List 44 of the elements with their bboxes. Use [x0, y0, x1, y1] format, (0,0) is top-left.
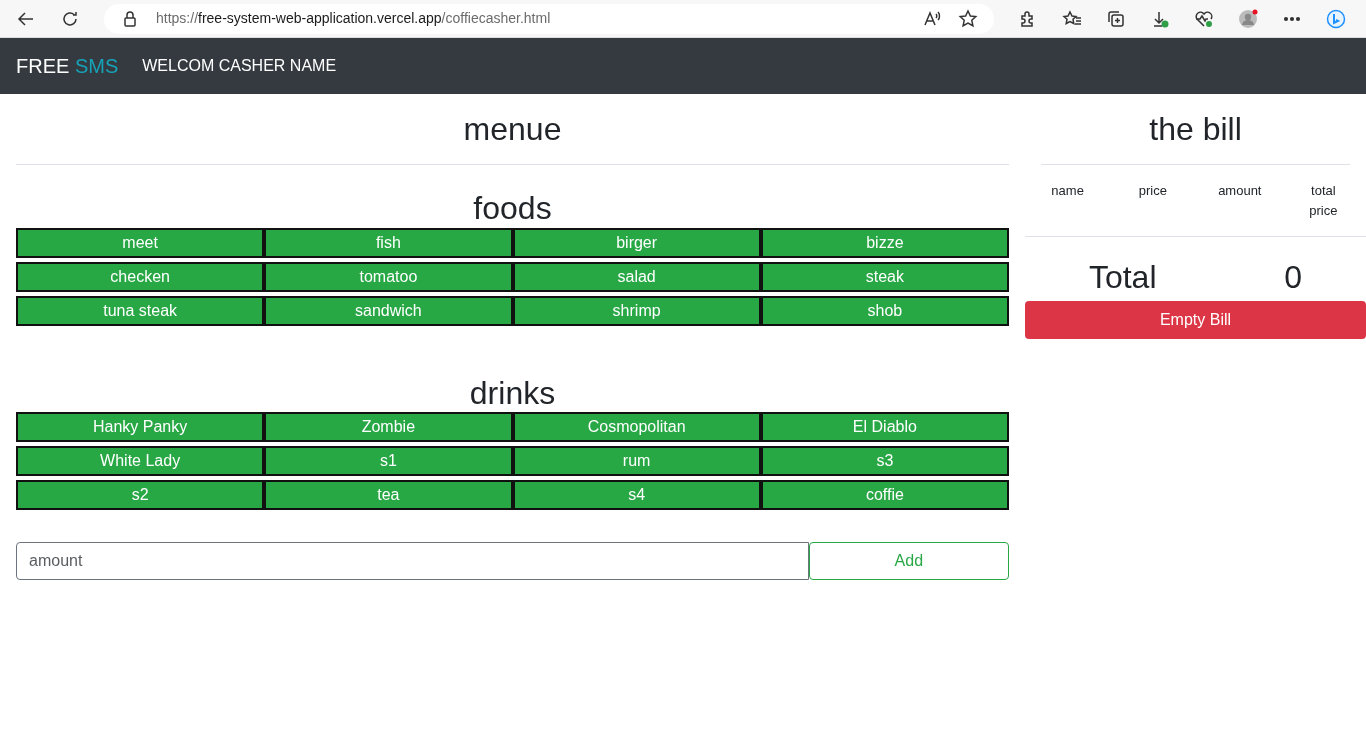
bill-title: the bill: [1041, 110, 1350, 166]
menu-item-button[interactable]: Cosmopolitan: [512, 412, 761, 443]
menu-item-button[interactable]: sandwich: [264, 295, 513, 326]
star-icon[interactable]: [958, 8, 978, 29]
total-value: 0: [1284, 258, 1303, 298]
menu-item-button[interactable]: checken: [16, 261, 265, 292]
empty-bill-button[interactable]: Empty Bill: [1025, 301, 1366, 340]
menu-item-button[interactable]: tuna steak: [16, 295, 265, 326]
menu-item-button[interactable]: steak: [760, 261, 1009, 292]
menu-item-button[interactable]: tomatoo: [264, 261, 513, 292]
menu-item-button[interactable]: s2: [16, 480, 265, 511]
menu-item-button[interactable]: shrimp: [512, 295, 761, 326]
section-title: drinks: [468, 373, 557, 413]
amount-field[interactable]: amount: [16, 542, 809, 581]
menu-item-button[interactable]: shob: [760, 295, 1009, 326]
column-header: total price: [1308, 182, 1339, 220]
menu-item-button[interactable]: salad: [512, 261, 761, 292]
profile-avatar-icon[interactable]: [1238, 8, 1258, 29]
menu-item-button[interactable]: coffie: [760, 480, 1009, 511]
total-label: Total: [1088, 258, 1157, 298]
menu-item-button[interactable]: Zombie: [264, 412, 513, 443]
add-button[interactable]: Add: [808, 542, 1009, 581]
greeting-text: WELCOM CASHER NAME: [142, 56, 337, 76]
menu-item-button[interactable]: Hanky Panky: [16, 412, 265, 443]
menu-item-button[interactable]: El Diablo: [760, 412, 1009, 443]
menu-item-button[interactable]: tea: [264, 480, 513, 511]
menu-item-button[interactable]: s1: [264, 446, 513, 477]
menu-title: menue: [16, 110, 1009, 166]
url-text: https://free-system-web-application.vercel.app/coffiecasher.html: [156, 9, 551, 28]
address-bar[interactable]: https://free-system-web-application.vercel.app/coffiecasher.html: [104, 3, 994, 34]
column-header: price: [1138, 182, 1167, 201]
menu-item-button[interactable]: fish: [264, 227, 513, 258]
menu-item-button[interactable]: bizze: [760, 227, 1009, 258]
brand-logo[interactable]: FREE SMS: [16, 51, 119, 81]
menu-item-button[interactable]: rum: [512, 446, 761, 477]
menu-item-button[interactable]: s4: [512, 480, 761, 511]
column-header: name: [1051, 182, 1084, 201]
collections-icon[interactable]: [1106, 8, 1126, 29]
menu-item-button[interactable]: birger: [512, 227, 761, 258]
section-title: foods: [472, 189, 553, 228]
menu-item-button[interactable]: White Lady: [16, 446, 265, 477]
heartbeat-icon[interactable]: [1194, 8, 1214, 29]
menu-item-button[interactable]: s3: [760, 446, 1009, 477]
menu-item-button[interactable]: meet: [16, 227, 265, 258]
